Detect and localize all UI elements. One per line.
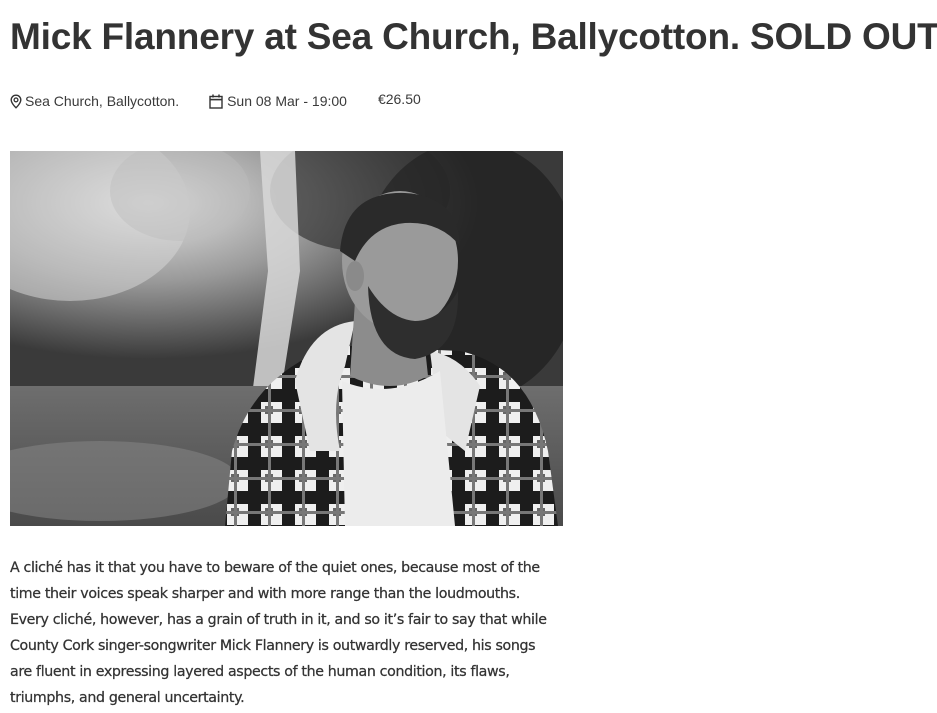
event-description: A cliché has it that you have to beware … (10, 560, 547, 706)
event-price: €26.50 (378, 91, 421, 107)
event-title: Mick Flannery at Sea Church, Ballycotton… (10, 16, 937, 57)
event-date-text: Sun 08 Mar - 19:00 (227, 93, 347, 109)
event-date: Sun 08 Mar - 19:00 (209, 93, 347, 109)
map-marker-icon (10, 93, 23, 109)
event-photo (10, 151, 563, 526)
event-location-text: Sea Church, Ballycotton. (25, 93, 180, 109)
event-meta: Sea Church, Ballycotton. Sun 08 Mar - 19… (10, 90, 421, 112)
event-price-text: €26.50 (377, 91, 421, 107)
event-location: Sea Church, Ballycotton. (10, 93, 179, 109)
calendar-icon (209, 94, 224, 109)
